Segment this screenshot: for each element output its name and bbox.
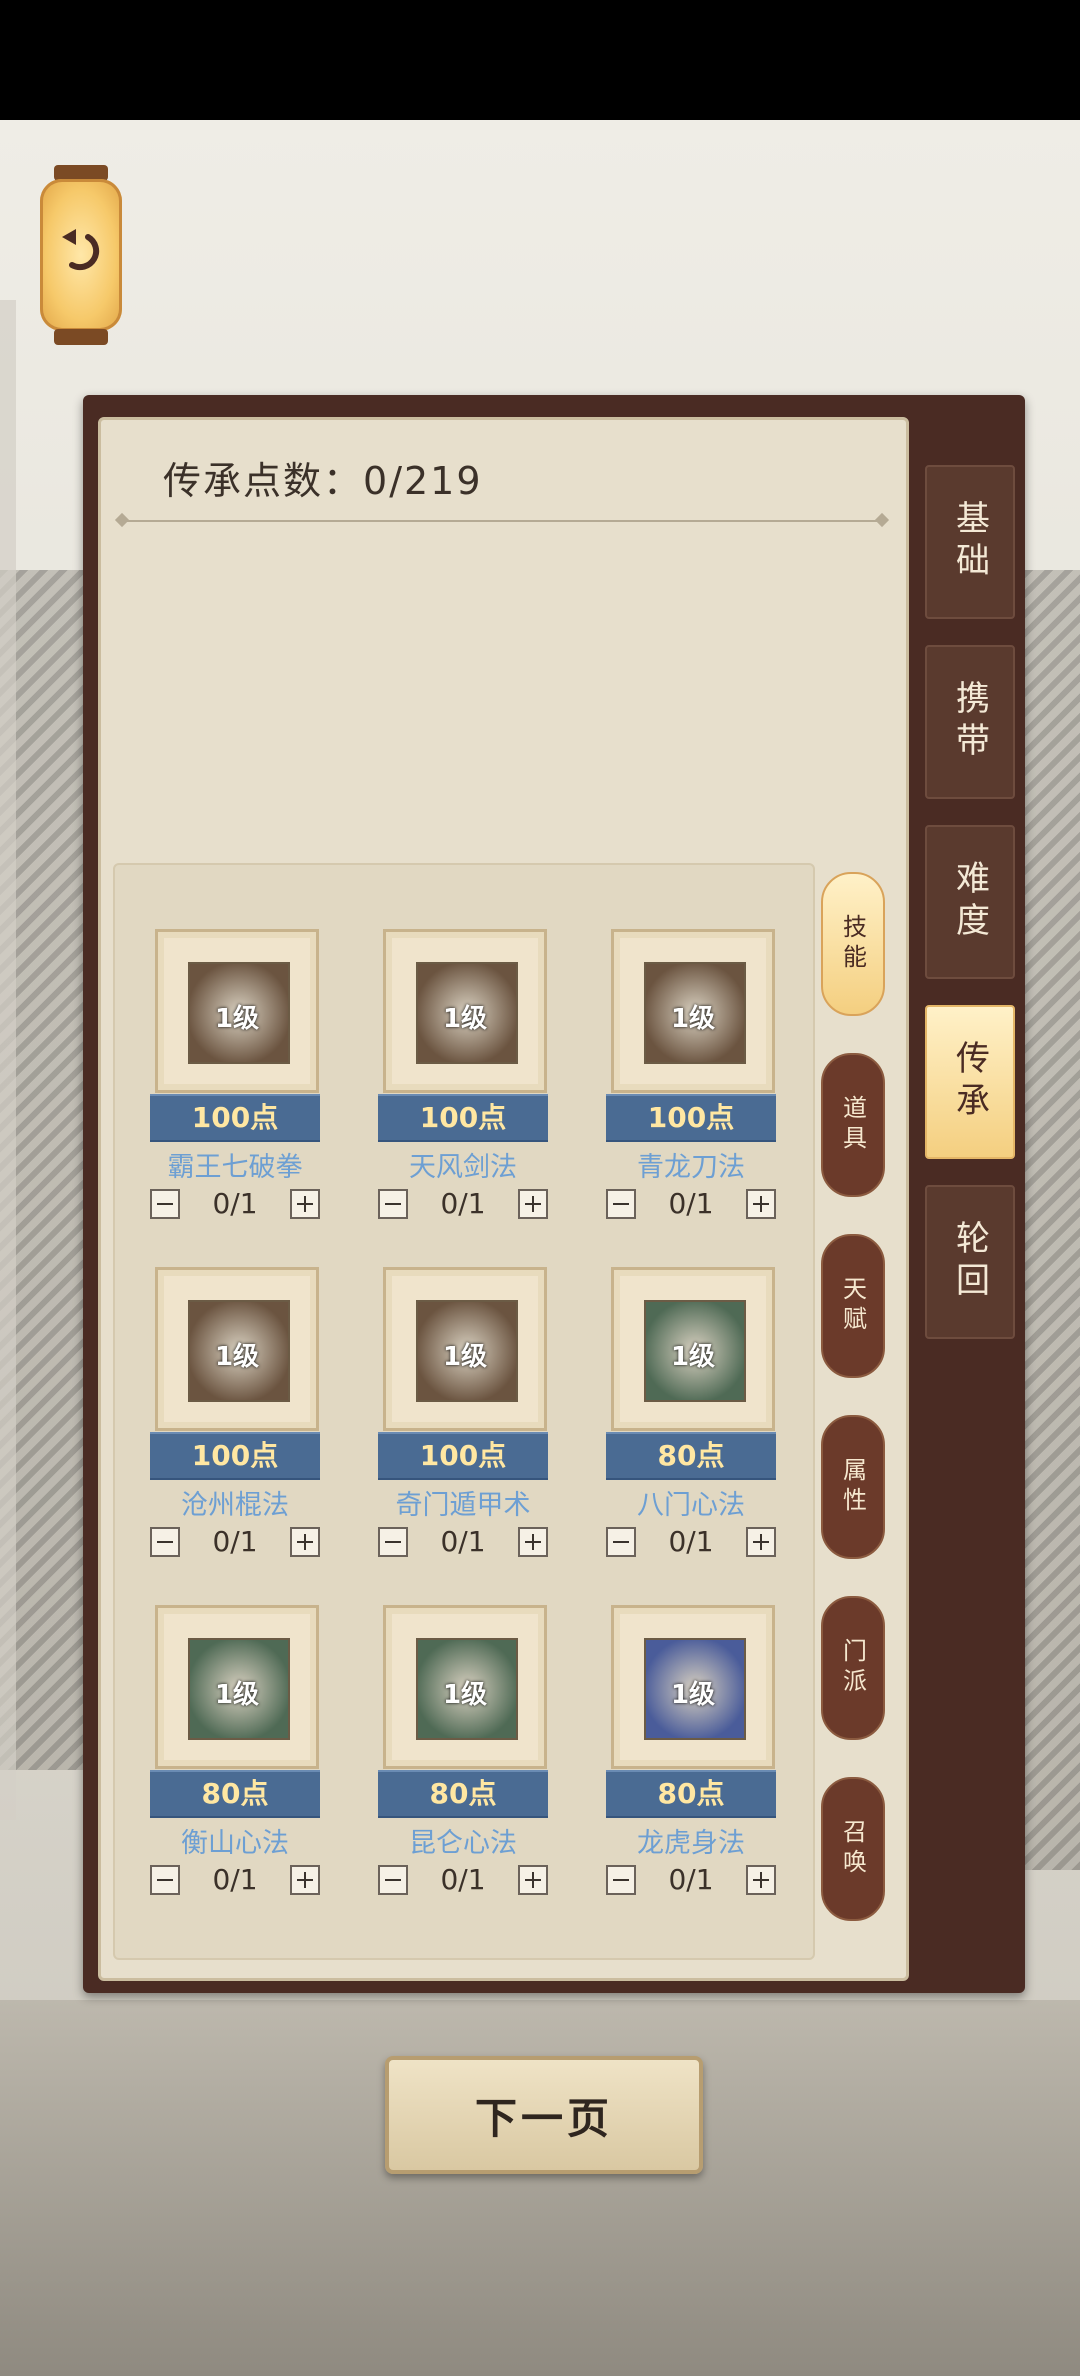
minus-button[interactable] bbox=[378, 1189, 408, 1219]
plus-button[interactable] bbox=[518, 1189, 548, 1219]
skill-level: 1级 bbox=[670, 1342, 716, 1372]
sub-tab-1[interactable]: 道具 bbox=[821, 1053, 885, 1197]
sub-tab-0[interactable]: 技能 bbox=[821, 872, 885, 1016]
inheritance-points: 传承点数：0/219 bbox=[163, 450, 483, 505]
plus-button[interactable] bbox=[746, 1865, 776, 1895]
paper-sheet: 传承点数：0/219 1级 100点 霸王七破拳 0/1 1级 100点 天风剑法 0/1 1级… bbox=[98, 417, 909, 1981]
divider bbox=[121, 520, 883, 522]
skill-count: 0/1 bbox=[212, 1863, 258, 1896]
skill-name: 霸王七破拳 bbox=[167, 1152, 303, 1183]
skill-counter: 0/1 bbox=[606, 1525, 776, 1559]
skill-level: 1级 bbox=[442, 1680, 488, 1710]
skill-frame[interactable]: 1级 bbox=[155, 1267, 319, 1431]
skill-cost: 80点 bbox=[606, 1432, 776, 1480]
minus-button[interactable] bbox=[150, 1865, 180, 1895]
tab-1[interactable]: 携带 bbox=[925, 645, 1015, 799]
skill-name: 奇门遁甲术 bbox=[395, 1490, 531, 1521]
skill-name: 沧州棍法 bbox=[181, 1490, 289, 1521]
skill-counter: 0/1 bbox=[606, 1863, 776, 1897]
tab-0[interactable]: 基础 bbox=[925, 465, 1015, 619]
skill-cost: 80点 bbox=[378, 1770, 548, 1818]
skill-name: 龙虎身法 bbox=[637, 1828, 745, 1859]
skill-counter: 0/1 bbox=[150, 1525, 320, 1559]
skill-level: 1级 bbox=[670, 1004, 716, 1034]
skill-name: 昆仑心法 bbox=[409, 1828, 517, 1859]
sub-tab-3[interactable]: 属性 bbox=[821, 1415, 885, 1559]
next-page-button[interactable]: 下一页 bbox=[385, 2056, 703, 2174]
plus-button[interactable] bbox=[746, 1189, 776, 1219]
plus-button[interactable] bbox=[518, 1865, 548, 1895]
minus-button[interactable] bbox=[378, 1865, 408, 1895]
skill-level: 1级 bbox=[442, 1342, 488, 1372]
skill-count: 0/1 bbox=[212, 1525, 258, 1558]
lantern-base bbox=[54, 329, 108, 345]
skill-cost: 100点 bbox=[150, 1094, 320, 1142]
minus-button[interactable] bbox=[606, 1865, 636, 1895]
skill-count: 0/1 bbox=[440, 1863, 486, 1896]
skill-count: 0/1 bbox=[668, 1863, 714, 1896]
points-value: 0/219 bbox=[363, 459, 483, 503]
plus-button[interactable] bbox=[746, 1527, 776, 1557]
skill-frame[interactable]: 1级 bbox=[611, 1267, 775, 1431]
skill-count: 0/1 bbox=[212, 1187, 258, 1220]
skill-frame[interactable]: 1级 bbox=[611, 929, 775, 1093]
skill-name: 天风剑法 bbox=[409, 1152, 517, 1183]
skill-level: 1级 bbox=[442, 1004, 488, 1034]
minus-button[interactable] bbox=[150, 1189, 180, 1219]
skill-counter: 0/1 bbox=[606, 1187, 776, 1221]
skill-frame[interactable]: 1级 bbox=[383, 1605, 547, 1769]
lantern-body bbox=[40, 179, 122, 331]
skill-cost: 100点 bbox=[378, 1094, 548, 1142]
back-button[interactable] bbox=[40, 165, 122, 345]
skill-level: 1级 bbox=[214, 1004, 260, 1034]
skill-frame[interactable]: 1级 bbox=[155, 929, 319, 1093]
roof-right bbox=[1025, 570, 1080, 1870]
skill-cost: 100点 bbox=[150, 1432, 320, 1480]
skill-cost: 100点 bbox=[378, 1432, 548, 1480]
skill-count: 0/1 bbox=[668, 1525, 714, 1558]
skill-counter: 0/1 bbox=[150, 1863, 320, 1897]
skill-cost: 100点 bbox=[606, 1094, 776, 1142]
skill-cost: 80点 bbox=[150, 1770, 320, 1818]
skill-frame[interactable]: 1级 bbox=[383, 1267, 547, 1431]
skill-count: 0/1 bbox=[668, 1187, 714, 1220]
minus-button[interactable] bbox=[606, 1527, 636, 1557]
edge-strip bbox=[0, 300, 16, 1820]
skill-name: 八门心法 bbox=[637, 1490, 745, 1521]
points-label: 传承点数： bbox=[163, 459, 364, 503]
tab-2[interactable]: 难度 bbox=[925, 825, 1015, 979]
skill-level: 1级 bbox=[214, 1342, 260, 1372]
tab-4[interactable]: 轮回 bbox=[925, 1185, 1015, 1339]
minus-button[interactable] bbox=[606, 1189, 636, 1219]
plus-button[interactable] bbox=[290, 1189, 320, 1219]
plus-button[interactable] bbox=[290, 1865, 320, 1895]
skill-frame[interactable]: 1级 bbox=[155, 1605, 319, 1769]
skill-name: 青龙刀法 bbox=[637, 1152, 745, 1183]
skill-grid: 1级 100点 霸王七破拳 0/1 1级 100点 天风剑法 0/1 1级 100点 青龙刀法 0/1… bbox=[113, 863, 815, 1960]
skill-count: 0/1 bbox=[440, 1187, 486, 1220]
skill-counter: 0/1 bbox=[150, 1187, 320, 1221]
back-arrow-icon bbox=[62, 229, 100, 271]
minus-button[interactable] bbox=[150, 1527, 180, 1557]
skill-cost: 80点 bbox=[606, 1770, 776, 1818]
sub-tab-4[interactable]: 门派 bbox=[821, 1596, 885, 1740]
plus-button[interactable] bbox=[290, 1527, 320, 1557]
skill-name: 衡山心法 bbox=[181, 1828, 289, 1859]
skill-frame[interactable]: 1级 bbox=[611, 1605, 775, 1769]
minus-button[interactable] bbox=[378, 1527, 408, 1557]
status-bar bbox=[0, 0, 1080, 120]
skill-level: 1级 bbox=[670, 1680, 716, 1710]
skill-counter: 0/1 bbox=[378, 1525, 548, 1559]
sub-tab-5[interactable]: 召唤 bbox=[821, 1777, 885, 1921]
sub-tab-2[interactable]: 天赋 bbox=[821, 1234, 885, 1378]
inheritance-panel: 传承点数：0/219 1级 100点 霸王七破拳 0/1 1级 100点 天风剑法 0/1 1级… bbox=[83, 395, 1025, 1993]
skill-counter: 0/1 bbox=[378, 1863, 548, 1897]
tab-3[interactable]: 传承 bbox=[925, 1005, 1015, 1159]
plus-button[interactable] bbox=[518, 1527, 548, 1557]
skill-count: 0/1 bbox=[440, 1525, 486, 1558]
skill-level: 1级 bbox=[214, 1680, 260, 1710]
skill-frame[interactable]: 1级 bbox=[383, 929, 547, 1093]
skill-counter: 0/1 bbox=[378, 1187, 548, 1221]
